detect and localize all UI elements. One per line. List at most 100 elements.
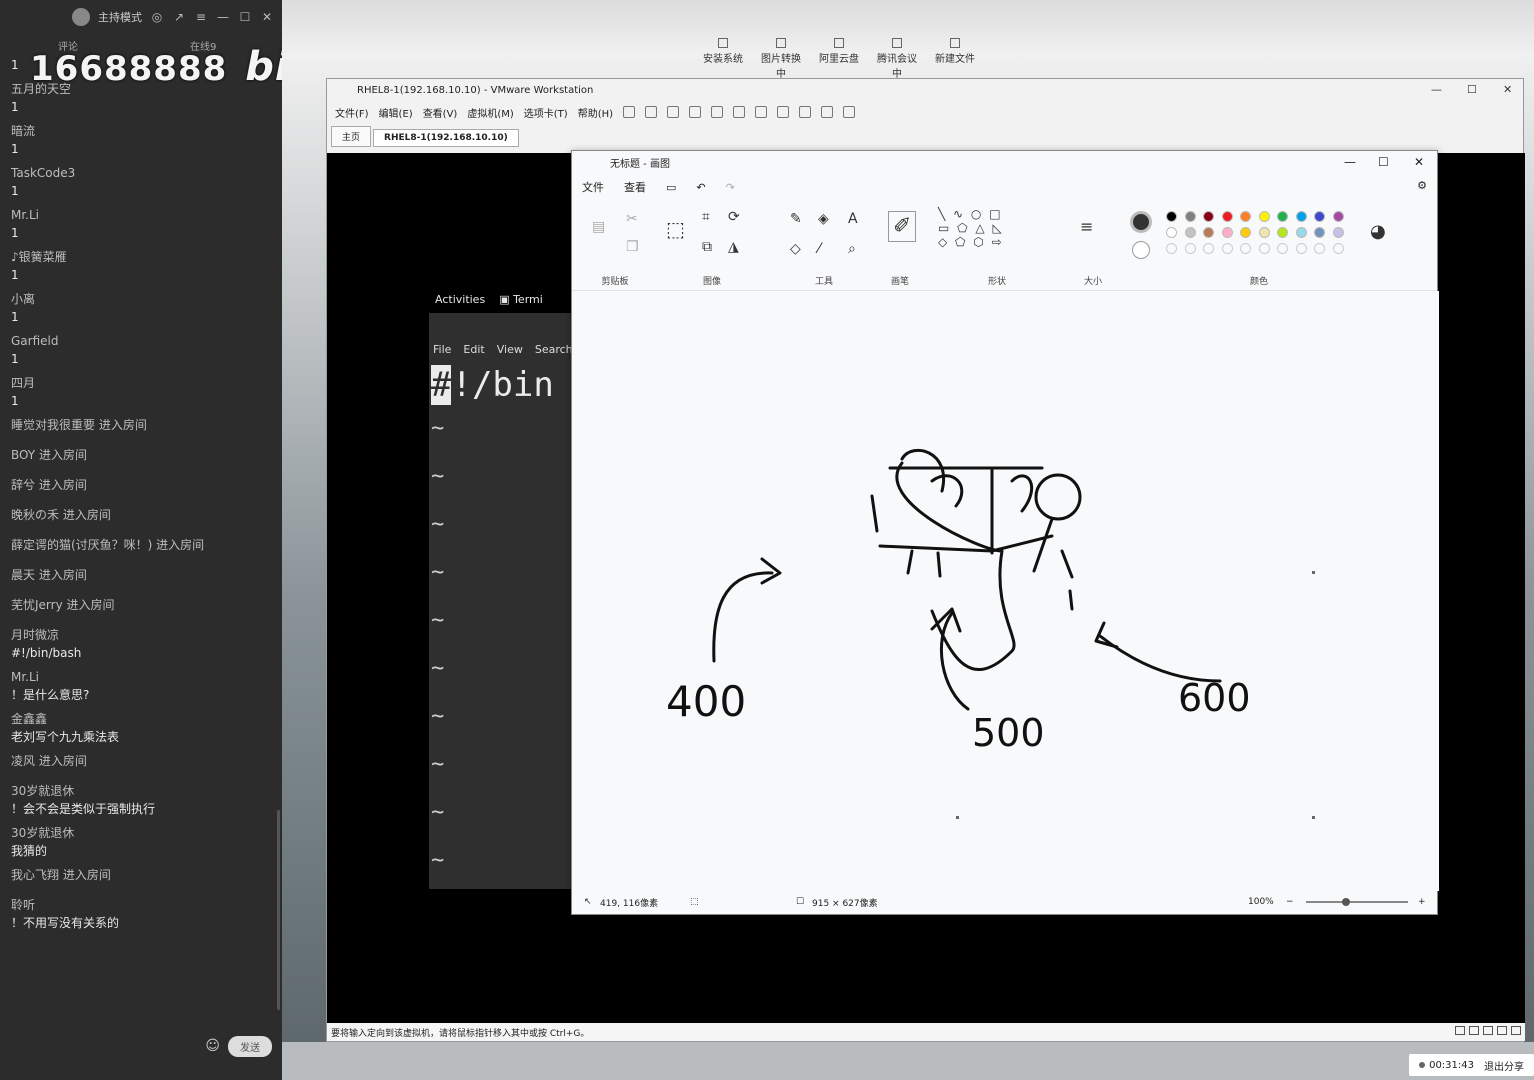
chat-username[interactable]: 30岁就退休 — [11, 782, 271, 800]
brush-icon[interactable]: ✐ — [888, 211, 917, 242]
chat-username[interactable]: 金鑫鑫 — [11, 710, 271, 728]
menu-edit[interactable]: 编辑(E) — [379, 105, 413, 120]
palette-color-swatch[interactable] — [1277, 227, 1288, 238]
palette-color-swatch[interactable] — [1240, 211, 1251, 222]
resize-handle[interactable] — [1312, 816, 1315, 819]
tab-rhel8[interactable]: RHEL8-1(192.168.10.10) — [373, 129, 519, 147]
chat-username[interactable]: Mr.Li — [11, 668, 271, 686]
cut-icon[interactable]: ✂ — [626, 211, 638, 227]
crop-icon[interactable]: ⌗ — [702, 209, 710, 225]
palette-color-swatch[interactable] — [1184, 211, 1196, 222]
palette-color-swatch[interactable] — [1332, 211, 1344, 222]
tab-home[interactable]: 主页 — [331, 126, 372, 147]
palette-color-swatch[interactable] — [1240, 227, 1251, 238]
settings-icon[interactable]: ◎ — [150, 10, 164, 24]
rotate-icon[interactable]: ⟳ — [728, 209, 740, 225]
palette-color-swatch[interactable] — [1314, 227, 1325, 238]
minimize-icon[interactable]: — — [1431, 83, 1442, 96]
chat-username[interactable]: ♪银簧菜雁 — [11, 248, 271, 266]
snapshot-icon[interactable] — [667, 106, 680, 118]
emoji-icon[interactable]: ☺ — [205, 1038, 220, 1054]
color1-swatch[interactable] — [1130, 211, 1152, 233]
terminal-menu-file[interactable]: File — [433, 343, 451, 356]
terminal-menu-edit[interactable]: Edit — [463, 343, 484, 356]
display-icon[interactable] — [1511, 1026, 1521, 1035]
text-icon[interactable]: A — [848, 211, 858, 227]
palette-color-swatch[interactable] — [1203, 211, 1214, 222]
desktop-shortcut[interactable]: 安装系统 — [702, 38, 744, 80]
network-icon[interactable] — [1483, 1026, 1493, 1035]
desktop-shortcut[interactable]: 新建文件 — [934, 38, 976, 80]
redo-icon[interactable]: ↷ — [726, 181, 735, 194]
terminal-menu-view[interactable]: View — [497, 343, 523, 356]
menu-vm[interactable]: 虚拟机(M) — [467, 105, 513, 120]
menu-icon[interactable]: ≡ — [194, 10, 208, 24]
copy-icon[interactable]: ❐ — [626, 239, 639, 255]
close-icon[interactable]: ✕ — [260, 10, 274, 24]
send-button[interactable]: 发送 — [228, 1035, 272, 1057]
settings-icon[interactable]: ⚙ — [1417, 179, 1427, 192]
menu-help[interactable]: 帮助(H) — [578, 105, 613, 120]
maximize-icon[interactable]: ☐ — [1467, 83, 1477, 96]
send-keys-icon[interactable] — [645, 106, 658, 118]
sound-icon[interactable] — [1497, 1026, 1507, 1035]
desktop-shortcut[interactable]: 阿里云盘 — [818, 38, 860, 80]
custom-color-slot[interactable] — [1277, 243, 1288, 254]
zoom-slider[interactable] — [1306, 901, 1408, 903]
paint-menu-file[interactable]: 文件 — [582, 179, 604, 195]
chat-username[interactable]: Garfield — [11, 332, 271, 350]
unity-icon[interactable] — [799, 106, 812, 118]
color2-swatch[interactable] — [1132, 241, 1150, 259]
resize-icon[interactable]: ⧉ — [702, 239, 712, 255]
paint-canvas[interactable]: 400 500 600 — [572, 291, 1439, 891]
chat-username[interactable]: 小离 — [11, 290, 271, 308]
terminal-menu-search[interactable]: Search — [535, 343, 573, 356]
custom-color-slot[interactable] — [1166, 243, 1177, 254]
palette-color-swatch[interactable] — [1258, 211, 1270, 222]
cd-icon[interactable] — [1469, 1026, 1479, 1035]
custom-color-slot[interactable] — [1184, 243, 1196, 254]
color-picker-icon[interactable]: ⁄ — [818, 241, 820, 257]
palette-color-swatch[interactable] — [1166, 211, 1177, 222]
chat-username[interactable]: 聆听 — [11, 896, 271, 914]
palette-color-swatch[interactable] — [1184, 227, 1196, 238]
stretch-icon[interactable] — [843, 106, 856, 118]
palette-color-swatch[interactable] — [1277, 211, 1288, 222]
paint-menu-view[interactable]: 查看 — [624, 179, 646, 195]
palette-color-swatch[interactable] — [1221, 227, 1233, 238]
pause-icon[interactable] — [623, 106, 636, 118]
shapes-gallery[interactable]: ╲ ∿ ○ □ ▭ ⬠ △ ◺ ◇ ⬠ ⬡ ⇨ — [938, 207, 1004, 249]
maximize-icon[interactable]: ☐ — [1378, 155, 1389, 169]
chat-username[interactable]: 30岁就退休 — [11, 824, 271, 842]
exit-share-button[interactable]: 退出分享 — [1484, 1058, 1524, 1073]
maximize-icon[interactable]: ☐ — [238, 10, 252, 24]
flip-icon[interactable]: ◮ — [728, 239, 739, 255]
save-icon[interactable]: ▭ — [666, 181, 676, 194]
desktop-shortcut[interactable]: 腾讯会议中 — [876, 38, 918, 80]
manage-snapshot-icon[interactable] — [711, 106, 724, 118]
popout-icon[interactable]: ↗ — [172, 10, 186, 24]
menu-tabs[interactable]: 选项卡(T) — [524, 105, 568, 120]
console-icon[interactable] — [821, 106, 834, 118]
size-icon[interactable]: ≡ — [1080, 217, 1093, 236]
chat-username[interactable]: TaskCode3 — [11, 164, 271, 182]
palette-color-swatch[interactable] — [1314, 211, 1325, 222]
terminal-content[interactable]: #!/bin ~ ~ ~ ~ ~ ~ ~ ~ ~ ~ — [429, 365, 579, 885]
chat-username[interactable]: 暗流 — [11, 122, 271, 140]
pencil-icon[interactable]: ✎ — [790, 211, 802, 227]
close-icon[interactable]: ✕ — [1414, 155, 1424, 169]
minimize-icon[interactable]: — — [216, 10, 230, 24]
custom-color-slot[interactable] — [1314, 243, 1325, 254]
custom-color-slot[interactable] — [1221, 243, 1233, 254]
library-icon[interactable] — [733, 106, 746, 118]
fullscreen-icon[interactable] — [777, 106, 790, 118]
zoom-slider-knob[interactable] — [1342, 898, 1350, 906]
palette-color-swatch[interactable] — [1166, 227, 1177, 238]
resize-handle[interactable] — [956, 816, 959, 819]
magnifier-icon[interactable]: ⌕ — [848, 241, 856, 257]
terminal-window[interactable]: File Edit View Search #!/bin ~ ~ ~ ~ ~ ~ ~ ~ ~ ~ — [429, 313, 579, 889]
chat-username[interactable]: 四月 — [11, 374, 271, 392]
undo-icon[interactable]: ↶ — [696, 181, 705, 194]
hdd-icon[interactable] — [1455, 1026, 1465, 1035]
activities-button[interactable]: Activities — [435, 293, 485, 306]
